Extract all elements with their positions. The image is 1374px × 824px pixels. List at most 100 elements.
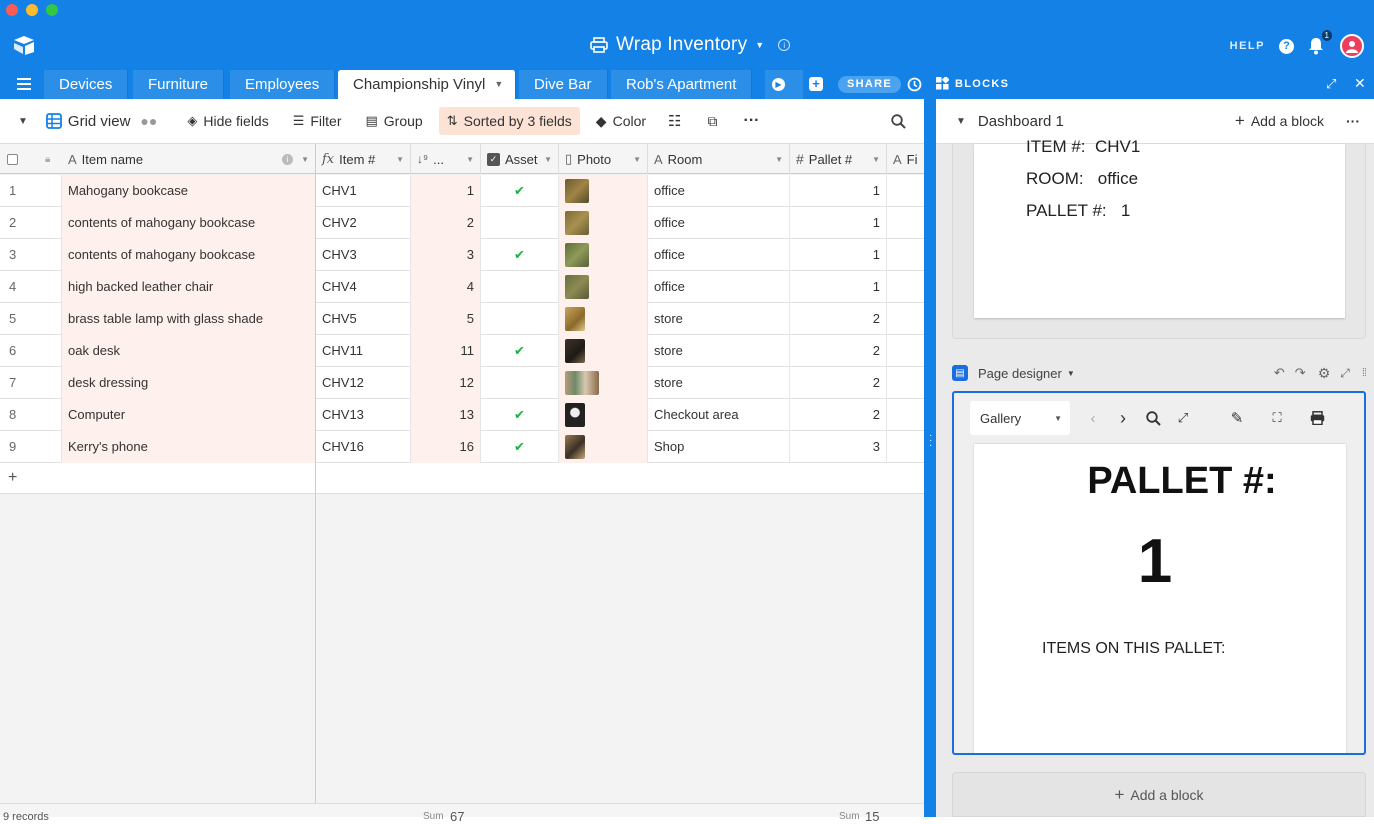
cell-photo[interactable] bbox=[559, 335, 648, 367]
close-icon[interactable]: ✕ bbox=[1354, 75, 1366, 92]
cell-pallet[interactable]: 2 bbox=[790, 399, 887, 431]
cell-fi[interactable] bbox=[887, 207, 924, 239]
cell-item-no[interactable]: CHV1 bbox=[316, 175, 411, 207]
cell-item-no[interactable]: CHV11 bbox=[316, 335, 411, 367]
cell-order[interactable]: 11 bbox=[411, 335, 481, 367]
hamburger-menu-icon[interactable] bbox=[17, 78, 31, 93]
gear-icon[interactable]: ⚙ bbox=[1318, 365, 1331, 382]
panel-resize-handle[interactable]: · · · bbox=[924, 99, 936, 817]
column-header-pallet[interactable]: # Pallet # ▼ bbox=[790, 144, 887, 174]
cell-room[interactable]: office bbox=[648, 207, 790, 239]
layout-select[interactable]: Gallery ▼ bbox=[970, 401, 1070, 435]
share-view-icon[interactable]: ⧉ bbox=[708, 113, 718, 130]
help-link[interactable]: HELP bbox=[1230, 40, 1265, 52]
cell-room[interactable]: office bbox=[648, 271, 790, 303]
cell-item-no[interactable]: CHV5 bbox=[316, 303, 411, 335]
add-block-bottom-button[interactable]: + Add a block bbox=[952, 772, 1366, 817]
table-row[interactable]: 1 Mahogany bookcase CHV1 1 ✔ office 1 bbox=[0, 175, 924, 207]
photo-thumbnail[interactable] bbox=[565, 179, 589, 203]
cell-pallet[interactable]: 1 bbox=[790, 271, 887, 303]
cell-order[interactable]: 2 bbox=[411, 207, 481, 239]
cell-order[interactable]: 3 bbox=[411, 239, 481, 271]
tab-employees[interactable]: Employees bbox=[230, 70, 336, 99]
page-designer-title[interactable]: Page designer bbox=[978, 366, 1062, 381]
cell-asset[interactable] bbox=[481, 303, 559, 335]
cell-order[interactable]: 4 bbox=[411, 271, 481, 303]
cell-asset[interactable] bbox=[481, 207, 559, 239]
cell-room[interactable]: store bbox=[648, 303, 790, 335]
dashboard-title[interactable]: Dashboard 1 bbox=[978, 113, 1064, 130]
cell-item-no[interactable]: CHV12 bbox=[316, 367, 411, 399]
cell-fi[interactable] bbox=[887, 431, 924, 463]
column-header-room[interactable]: A Room ▼ bbox=[648, 144, 790, 174]
chevron-down-icon[interactable]: ▼ bbox=[755, 40, 764, 50]
cell-asset[interactable] bbox=[481, 367, 559, 399]
redo-icon[interactable]: ↷ bbox=[1295, 365, 1306, 381]
cell-item-name[interactable]: high backed leather chair bbox=[62, 271, 316, 303]
cell-order[interactable]: 1 bbox=[411, 175, 481, 207]
select-all-checkbox[interactable] bbox=[7, 153, 18, 165]
page-preview[interactable]: PALLET #: 1 ITEMS ON THIS PALLET: bbox=[974, 444, 1346, 753]
photo-thumbnail[interactable] bbox=[565, 307, 585, 331]
cell-photo[interactable] bbox=[559, 367, 648, 399]
photo-thumbnail[interactable] bbox=[565, 243, 589, 267]
cell-item-name[interactable]: oak desk bbox=[62, 335, 316, 367]
cell-fi[interactable] bbox=[887, 335, 924, 367]
cell-asset[interactable]: ✔ bbox=[481, 431, 559, 463]
cell-fi[interactable] bbox=[887, 271, 924, 303]
cell-asset[interactable]: ✔ bbox=[481, 175, 559, 207]
chevron-down-icon[interactable]: ▼ bbox=[775, 155, 783, 164]
table-row[interactable]: 9 Kerry's phone CHV16 16 ✔ Shop 3 bbox=[0, 431, 924, 463]
table-row[interactable]: 8 Computer CHV13 13 ✔ Checkout area 2 bbox=[0, 399, 924, 431]
cell-item-no[interactable]: CHV16 bbox=[316, 431, 411, 463]
photo-thumbnail[interactable] bbox=[565, 371, 599, 395]
undo-icon[interactable]: ↶ bbox=[1274, 365, 1285, 381]
help-icon[interactable]: ? bbox=[1279, 38, 1294, 54]
cell-photo[interactable] bbox=[559, 207, 648, 239]
row-height-icon[interactable]: ☷ bbox=[668, 112, 681, 130]
chevron-down-icon[interactable]: ▼ bbox=[396, 155, 404, 164]
tab-furniture[interactable]: Furniture bbox=[133, 70, 225, 99]
tab-championship-vinyl[interactable]: Championship Vinyl ▼ bbox=[338, 70, 517, 99]
cell-item-no[interactable]: CHV2 bbox=[316, 207, 411, 239]
cell-asset[interactable]: ✔ bbox=[481, 239, 559, 271]
cell-fi[interactable] bbox=[887, 175, 924, 207]
table-row[interactable]: 4 high backed leather chair CHV4 4 offic… bbox=[0, 271, 924, 303]
drag-handle-icon[interactable]: ⁞⁞ bbox=[1362, 367, 1367, 379]
print-icon[interactable] bbox=[1302, 401, 1332, 435]
cell-fi[interactable] bbox=[887, 239, 924, 271]
table-row[interactable]: 6 oak desk CHV11 11 ✔ store 2 bbox=[0, 335, 924, 367]
tab-overflow[interactable]: ▶ bbox=[765, 70, 803, 99]
cell-pallet[interactable]: 3 bbox=[790, 431, 887, 463]
chevron-down-icon[interactable]: ▼ bbox=[872, 155, 880, 164]
cell-item-name[interactable]: contents of mahogany bookcase bbox=[62, 207, 316, 239]
cell-room[interactable]: Shop bbox=[648, 431, 790, 463]
tab-robs-apartment[interactable]: Rob's Apartment bbox=[611, 70, 753, 99]
cell-photo[interactable] bbox=[559, 399, 648, 431]
chevron-down-icon[interactable]: ▼ bbox=[466, 155, 474, 164]
blocks-toggle[interactable]: BLOCKS bbox=[936, 77, 1009, 90]
cell-item-no[interactable]: CHV3 bbox=[316, 239, 411, 271]
cell-asset[interactable]: ✔ bbox=[481, 335, 559, 367]
cell-photo[interactable] bbox=[559, 239, 648, 271]
expand-icon[interactable]: ⤢ bbox=[1326, 76, 1336, 92]
add-record-row[interactable]: + bbox=[0, 463, 924, 494]
previous-record-icon[interactable]: ‹ bbox=[1078, 401, 1108, 435]
cell-pallet[interactable]: 2 bbox=[790, 303, 887, 335]
column-header-item-no[interactable]: fx Item # ▼ bbox=[316, 144, 411, 174]
edit-pencil-icon[interactable]: ✎ bbox=[1222, 401, 1252, 435]
next-record-icon[interactable]: › bbox=[1108, 401, 1138, 435]
cell-pallet[interactable]: 2 bbox=[790, 335, 887, 367]
search-icon[interactable] bbox=[891, 113, 906, 129]
plus-icon[interactable]: + bbox=[1235, 111, 1245, 131]
cell-order[interactable]: 13 bbox=[411, 399, 481, 431]
chevron-down-icon[interactable]: ▼ bbox=[301, 155, 309, 164]
cell-room[interactable]: office bbox=[648, 239, 790, 271]
close-window-button[interactable] bbox=[6, 4, 18, 16]
search-icon[interactable] bbox=[1138, 401, 1168, 435]
chevron-down-icon[interactable]: ▼ bbox=[18, 116, 28, 127]
table-row[interactable]: 7 desk dressing CHV12 12 store 2 bbox=[0, 367, 924, 399]
cell-item-no[interactable]: CHV13 bbox=[316, 399, 411, 431]
chevron-right-icon[interactable]: ▶ bbox=[772, 78, 785, 91]
cell-photo[interactable] bbox=[559, 303, 648, 335]
